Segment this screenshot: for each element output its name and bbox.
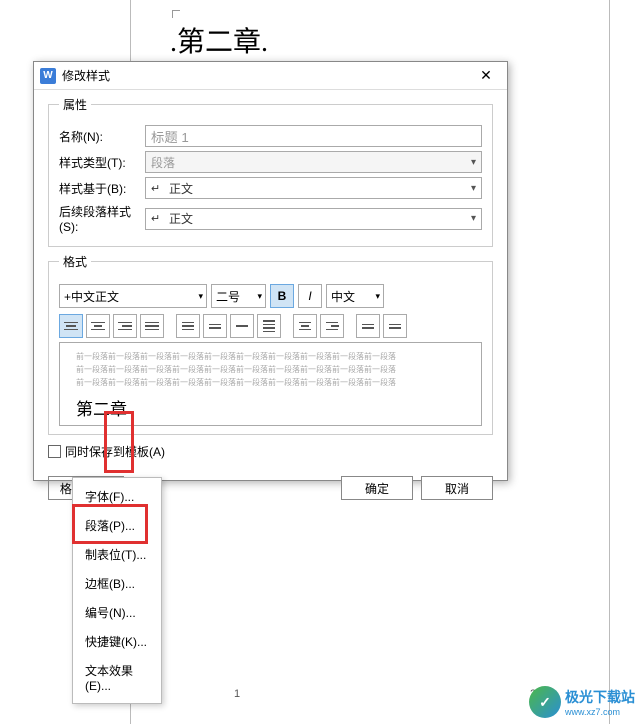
format-group: 格式 +中文正文 二号 B I 中文 [48, 253, 493, 435]
page-number: 1 [234, 688, 240, 700]
format-dropdown-menu: 字体(F)... 段落(P)... 制表位(T)... 边框(B)... 编号(… [72, 477, 162, 704]
next-style-label: 后续段落样式(S): [59, 203, 145, 234]
preview-prev-para: 前一段落前一段落前一段落前一段落前一段落前一段落前一段落前一段落前一段落前一段落 [76, 377, 465, 390]
based-on-label: 样式基于(B): [59, 180, 145, 197]
increase-indent-button[interactable] [320, 314, 344, 338]
menu-item-paragraph[interactable]: 段落(P)... [73, 511, 161, 540]
font-combo[interactable]: +中文正文 [59, 284, 207, 308]
preview-prev-para: 前一段落前一段落前一段落前一段落前一段落前一段落前一段落前一段落前一段落前一段落 [76, 364, 465, 377]
page-margin-corner [172, 10, 180, 18]
align-center-button[interactable] [86, 314, 110, 338]
menu-item-border[interactable]: 边框(B)... [73, 569, 161, 598]
preview-main-text: 第二章 [76, 395, 465, 420]
preview-prev-para: 前一段落前一段落前一段落前一段落前一段落前一段落前一段落前一段落前一段落前一段落 [76, 351, 465, 364]
line-spacing-1-button[interactable] [176, 314, 200, 338]
save-template-checkbox[interactable] [48, 445, 61, 458]
preview-pane: 前一段落前一段落前一段落前一段落前一段落前一段落前一段落前一段落前一段落前一段落… [59, 342, 482, 426]
document-heading: .第二章. [170, 20, 268, 60]
watermark-brand: 极光下载站 [565, 687, 635, 707]
para-after-button[interactable] [383, 314, 407, 338]
menu-item-text-effect[interactable]: 文本效果(E)... [73, 656, 161, 699]
properties-group: 属性 名称(N): 样式类型(T): 段落 样式基于(B): ↵正文 后续段落样… [48, 96, 493, 247]
close-icon[interactable]: ✕ [471, 67, 501, 84]
app-icon: W [40, 68, 56, 84]
cancel-button[interactable]: 取消 [421, 476, 493, 500]
arrow-icon: ↵ [151, 182, 165, 195]
line-spacing-3-button[interactable] [230, 314, 254, 338]
save-template-label: 同时保存到模板(A) [65, 443, 165, 460]
next-style-dropdown[interactable]: ↵正文 [145, 208, 482, 230]
based-on-dropdown[interactable]: ↵正文 [145, 177, 482, 199]
align-justify-button[interactable] [140, 314, 164, 338]
properties-legend: 属性 [59, 96, 91, 113]
ok-button[interactable]: 确定 [341, 476, 413, 500]
watermark: ✓ 极光下载站 www.xz7.com [529, 686, 635, 718]
format-legend: 格式 [59, 253, 91, 270]
para-before-button[interactable] [356, 314, 380, 338]
decrease-indent-button[interactable] [293, 314, 317, 338]
menu-item-numbering[interactable]: 编号(N)... [73, 598, 161, 627]
name-field[interactable] [145, 125, 482, 147]
watermark-logo-icon: ✓ [529, 686, 561, 718]
name-label: 名称(N): [59, 128, 145, 145]
dialog-title: 修改样式 [62, 67, 471, 84]
dialog-titlebar: W 修改样式 ✕ [34, 62, 507, 90]
italic-button[interactable]: I [298, 284, 322, 308]
language-combo[interactable]: 中文 [326, 284, 384, 308]
menu-item-shortcut[interactable]: 快捷键(K)... [73, 627, 161, 656]
line-spacing-4-button[interactable] [257, 314, 281, 338]
line-spacing-2-button[interactable] [203, 314, 227, 338]
bold-button[interactable]: B [270, 284, 294, 308]
menu-item-font[interactable]: 字体(F)... [73, 482, 161, 511]
arrow-icon: ↵ [151, 212, 165, 225]
align-right-button[interactable] [113, 314, 137, 338]
watermark-url: www.xz7.com [565, 707, 635, 717]
modify-style-dialog: W 修改样式 ✕ 属性 名称(N): 样式类型(T): 段落 样式基于(B): … [33, 61, 508, 481]
size-combo[interactable]: 二号 [211, 284, 266, 308]
menu-item-tabs[interactable]: 制表位(T)... [73, 540, 161, 569]
type-dropdown: 段落 [145, 151, 482, 173]
align-left-button[interactable] [59, 314, 83, 338]
type-label: 样式类型(T): [59, 154, 145, 171]
